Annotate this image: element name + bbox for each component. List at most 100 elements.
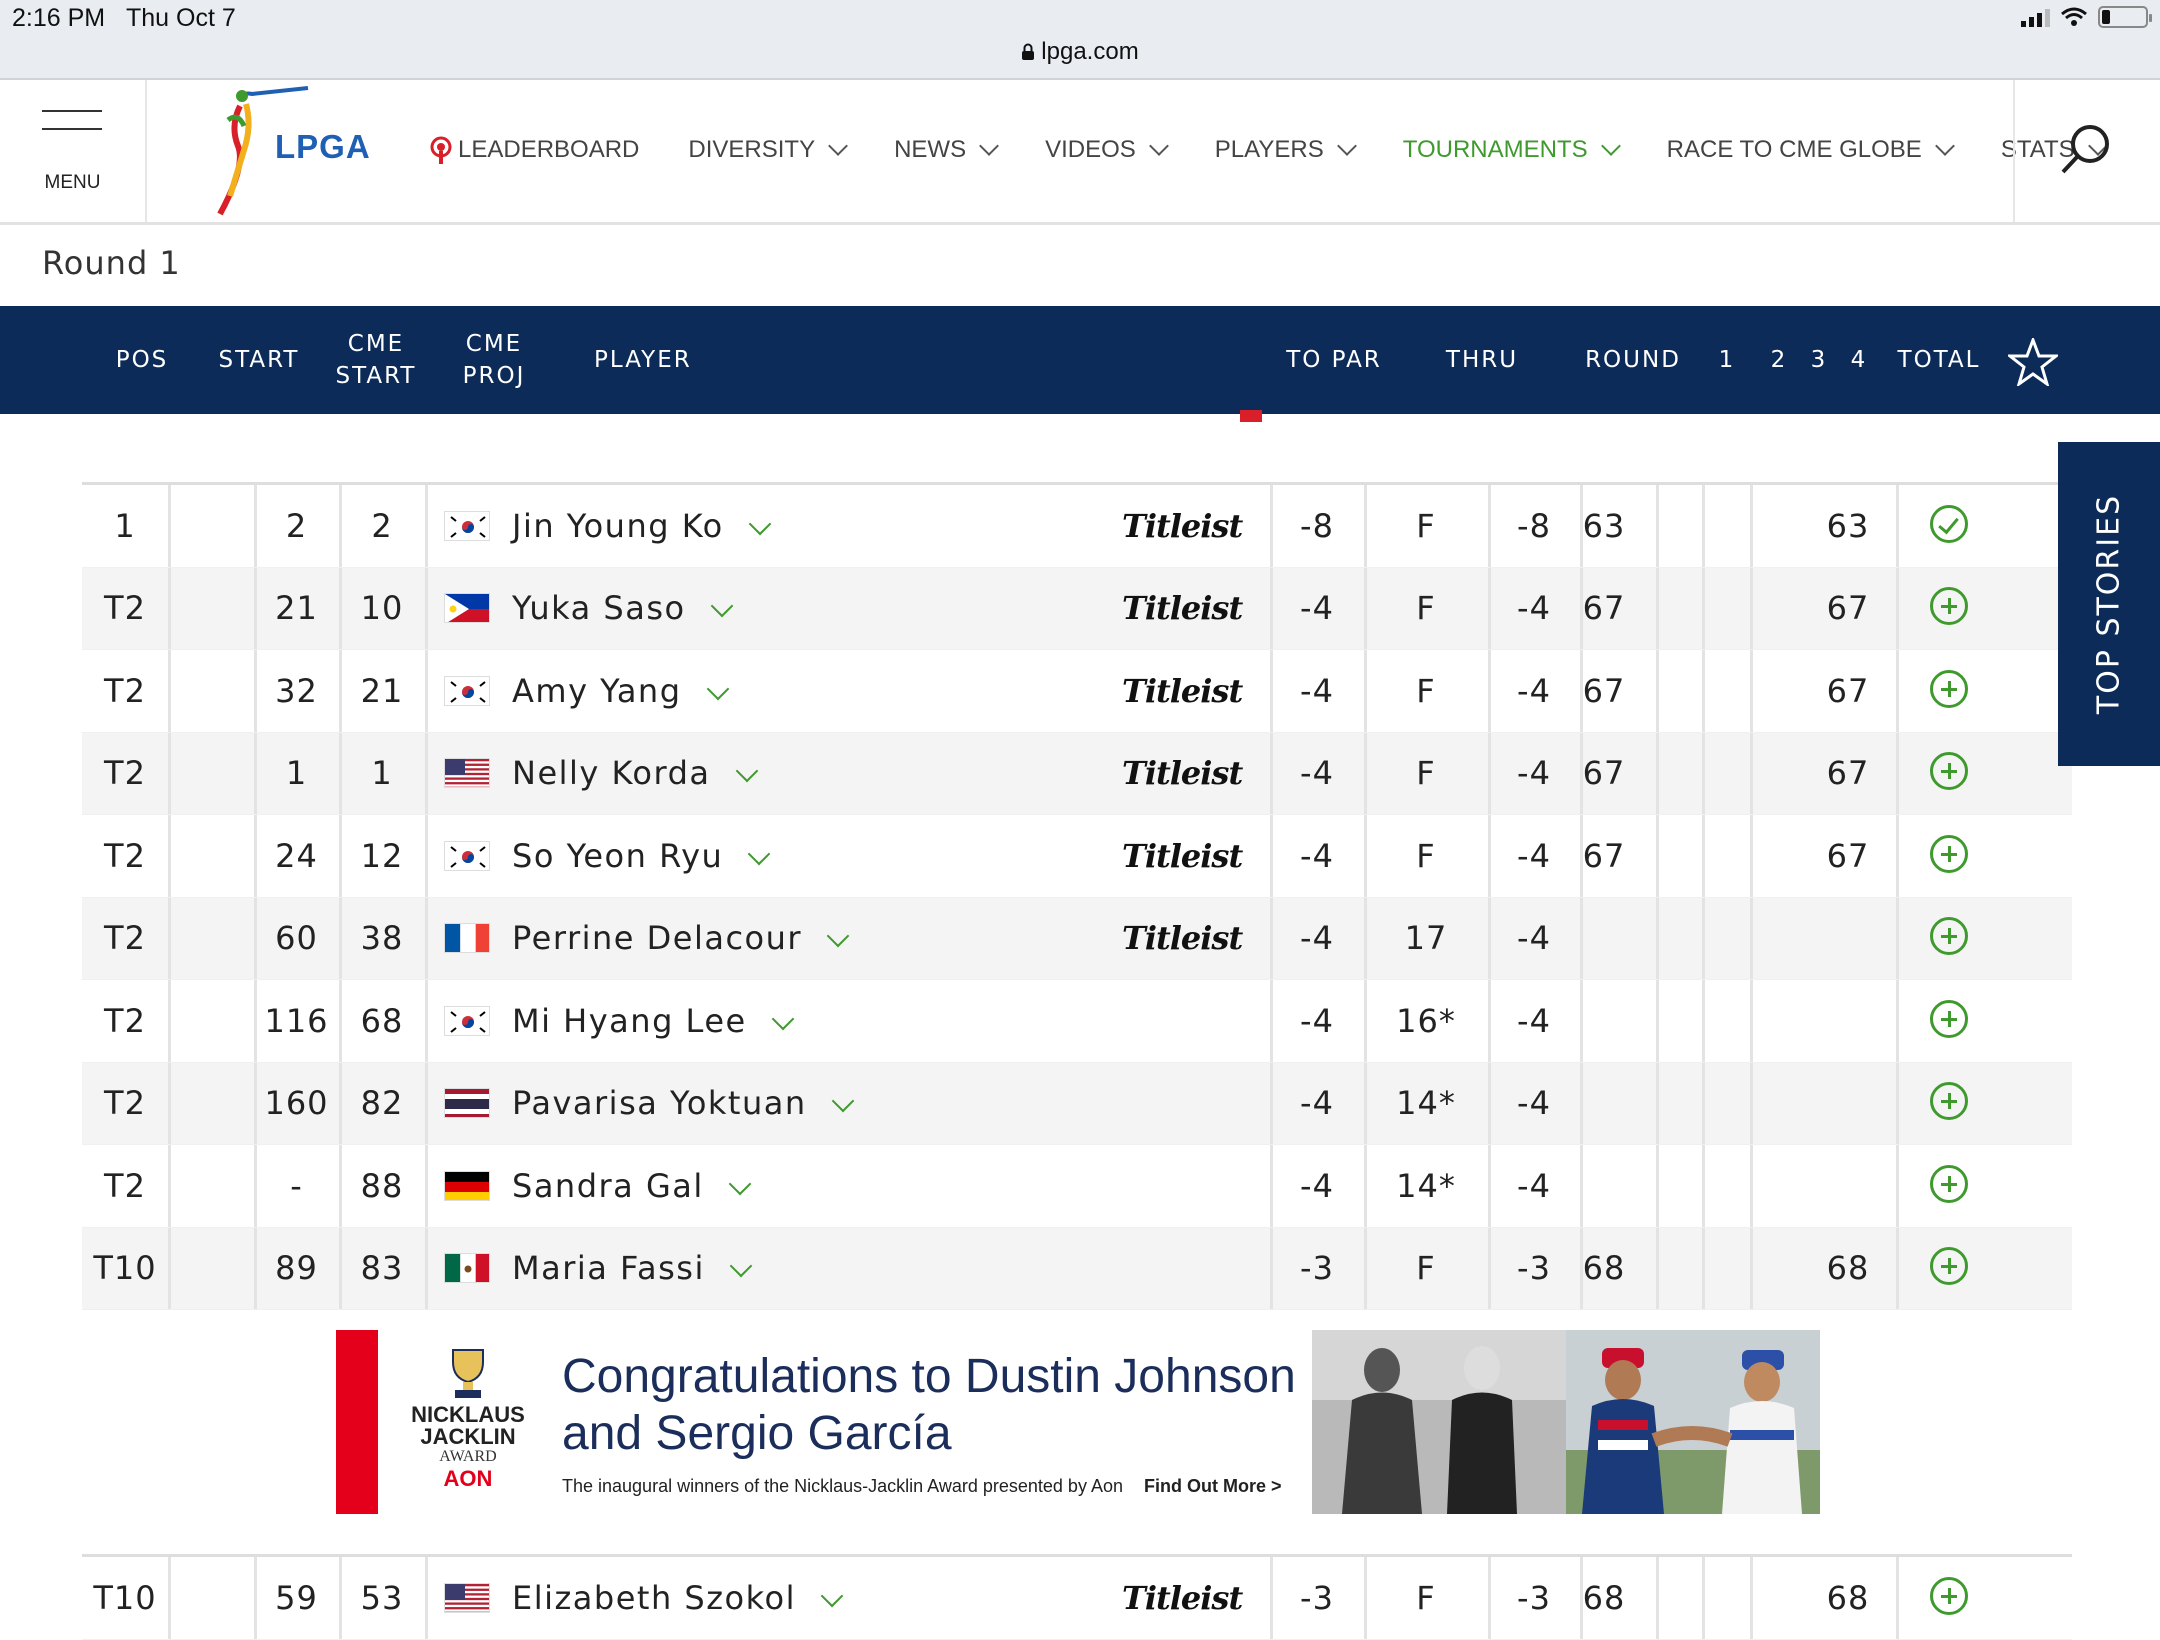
player-cell[interactable]: Nelly Korda <box>444 733 758 815</box>
nav-race-to-cme-globe[interactable]: RACE TO CME GLOBE <box>1667 136 1955 164</box>
to-par-cell: -3 <box>1300 1249 1334 1288</box>
player-name[interactable]: Sandra Gal <box>512 1167 704 1205</box>
address-bar[interactable]: lpga.com <box>0 38 2160 66</box>
table-row[interactable]: T2 160 82 -4 14* -4 Pavarisa Yoktuan <box>82 1062 2072 1145</box>
add-favorite-icon[interactable] <box>1930 917 1968 956</box>
add-favorite-icon[interactable] <box>1930 752 1968 791</box>
col-player[interactable]: PLAYER <box>594 344 704 376</box>
to-par-cell: -8 <box>1300 506 1334 545</box>
player-name[interactable]: Pavarisa Yoktuan <box>512 1084 807 1122</box>
col-round[interactable]: ROUND <box>1582 344 1684 376</box>
player-cell[interactable]: Perrine Delacour <box>444 898 850 980</box>
player-cell[interactable]: Sandra Gal <box>444 1145 752 1227</box>
leaderboard-table: 1 2 2 -8 F -8 63 63 Jin Young Ko Titleist T2 21 10 -4… <box>82 482 2072 1310</box>
player-name[interactable]: Maria Fassi <box>512 1249 705 1287</box>
table-row[interactable]: T2 116 68 -4 16* -4 Mi Hyang Lee <box>82 980 2072 1063</box>
player-cell[interactable]: Amy Yang <box>444 650 729 732</box>
total-cell: 67 <box>1826 589 1870 628</box>
nav-tournaments[interactable]: TOURNAMENTS <box>1403 136 1621 164</box>
player-name[interactable]: Perrine Delacour <box>512 919 802 957</box>
total-cell: 68 <box>1826 1578 1870 1617</box>
round-cell: -4 <box>1517 1001 1551 1040</box>
player-name[interactable]: Nelly Korda <box>512 754 711 792</box>
wifi-icon <box>2061 7 2087 26</box>
col-r4[interactable]: 4 <box>1844 344 1874 376</box>
player-cell[interactable]: Mi Hyang Lee <box>444 980 795 1062</box>
col-start[interactable]: START <box>212 344 306 376</box>
expand-chevron-icon[interactable] <box>826 924 850 948</box>
add-favorite-icon[interactable] <box>1930 1247 1968 1286</box>
column-divider <box>1702 732 1705 814</box>
expand-chevron-icon[interactable] <box>710 594 733 618</box>
col-thru[interactable]: THRU <box>1432 344 1532 376</box>
col-r2[interactable]: 2 <box>1764 344 1794 376</box>
player-cell[interactable]: Yuka Saso <box>444 568 733 650</box>
col-cme-start-line1: CME <box>347 331 405 357</box>
star-icon[interactable] <box>2008 338 2058 386</box>
pos-cell: T2 <box>104 919 146 958</box>
menu-button[interactable]: MENU <box>0 80 147 222</box>
add-favorite-icon[interactable] <box>1930 669 1968 708</box>
ad-banner[interactable]: NICKLAUS JACKLIN AWARD AON Congratulatio… <box>336 1330 1820 1514</box>
add-favorite-icon[interactable] <box>1930 999 1968 1038</box>
nav-players[interactable]: PLAYERS <box>1215 136 1357 164</box>
col-r1[interactable]: 1 <box>1712 344 1742 376</box>
nav-label: DIVERSITY <box>688 136 816 163</box>
expand-chevron-icon[interactable] <box>831 1089 854 1113</box>
player-name[interactable]: So Yeon Ryu <box>512 837 723 875</box>
player-cell[interactable]: So Yeon Ryu <box>444 815 771 897</box>
column-divider <box>1656 732 1659 814</box>
expand-chevron-icon[interactable] <box>735 759 758 783</box>
table-row[interactable]: T2 60 38 -4 17 -4 Perrine Delacour Titleist <box>82 897 2072 980</box>
expand-chevron-icon[interactable] <box>820 1584 844 1608</box>
col-pos[interactable]: POS <box>100 344 184 376</box>
expand-chevron-icon[interactable] <box>706 677 729 701</box>
column-divider <box>425 1227 428 1309</box>
player-cell[interactable]: Jin Young Ko <box>444 485 771 567</box>
player-cell[interactable]: Elizabeth Szokol <box>444 1557 844 1639</box>
player-name[interactable]: Elizabeth Szokol <box>512 1579 796 1617</box>
col-to-par[interactable]: TO PAR <box>1278 344 1390 376</box>
player-name[interactable]: Mi Hyang Lee <box>512 1002 747 1040</box>
player-cell[interactable]: Pavarisa Yoktuan <box>444 1063 854 1145</box>
player-cell[interactable]: Maria Fassi <box>444 1228 753 1310</box>
col-total[interactable]: TOTAL <box>1892 344 1986 376</box>
col-r3[interactable]: 3 <box>1804 344 1834 376</box>
table-row[interactable]: T2 21 10 -4 F -4 67 67 Yuka Saso Titleist <box>82 567 2072 650</box>
table-row[interactable]: T2 - 88 -4 14* -4 Sandra Gal <box>82 1145 2072 1228</box>
nav-news[interactable]: NEWS <box>894 136 999 164</box>
add-favorite-icon[interactable] <box>1930 1164 1968 1203</box>
nav-leaderboard[interactable]: LEADERBOARD <box>428 135 639 165</box>
cme-proj-cell: 53 <box>360 1578 404 1617</box>
expand-chevron-icon[interactable] <box>771 1007 795 1031</box>
player-name[interactable]: Yuka Saso <box>512 589 686 627</box>
top-stories-tab[interactable]: TOP STORIES <box>2058 442 2160 766</box>
add-favorite-icon[interactable] <box>1930 1576 1968 1615</box>
add-favorite-icon[interactable] <box>1930 834 1968 873</box>
ad-photo <box>1312 1330 1820 1514</box>
table-row[interactable]: T2 32 21 -4 F -4 67 67 Amy Yang Titleist <box>82 650 2072 733</box>
col-cme-proj[interactable]: CME PROJ <box>444 328 544 392</box>
expand-chevron-icon[interactable] <box>728 1172 752 1196</box>
col-cme-start[interactable]: CME START <box>326 328 426 392</box>
table-row[interactable]: 1 2 2 -8 F -8 63 63 Jin Young Ko Titleist <box>82 485 2072 568</box>
table-row[interactable]: T2 1 1 -4 F -4 67 67 Nelly Korda Titleist <box>82 732 2072 815</box>
expand-chevron-icon[interactable] <box>747 842 771 866</box>
add-favorite-icon[interactable] <box>1930 1082 1968 1121</box>
column-divider <box>1702 1145 1705 1227</box>
player-name[interactable]: Jin Young Ko <box>512 507 724 545</box>
table-row[interactable]: T10 59 53 -3 F -3 68 68 Elizabeth Szokol Titleist <box>82 1557 2072 1640</box>
search-button[interactable] <box>2013 80 2160 222</box>
expand-chevron-icon[interactable] <box>729 1254 753 1278</box>
pos-cell: T10 <box>93 1249 157 1288</box>
favorited-check-icon[interactable] <box>1930 504 1968 543</box>
nav-videos[interactable]: VIDEOS <box>1045 136 1169 164</box>
add-favorite-icon[interactable] <box>1930 587 1968 626</box>
nav-diversity[interactable]: DIVERSITY <box>688 136 848 164</box>
table-row[interactable]: T10 89 83 -3 F -3 68 68 Maria Fassi <box>82 1227 2072 1310</box>
expand-chevron-icon[interactable] <box>748 512 771 536</box>
table-row[interactable]: T2 24 12 -4 F -4 67 67 So Yeon Ryu Titleist <box>82 815 2072 898</box>
status-date: Thu Oct 7 <box>126 4 236 32</box>
player-name[interactable]: Amy Yang <box>512 672 682 710</box>
ad-cta-link[interactable]: Find Out More > <box>1144 1476 1282 1497</box>
